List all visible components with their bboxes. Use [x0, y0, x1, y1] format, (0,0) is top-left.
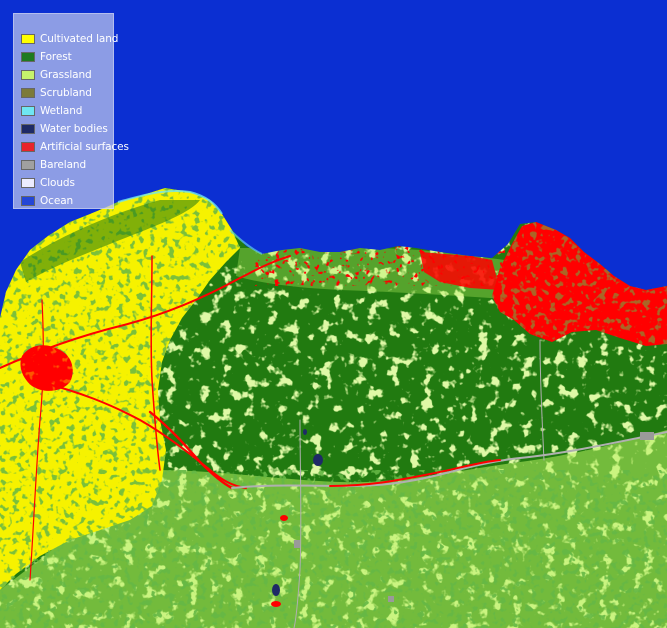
- legend-swatch: [21, 52, 35, 62]
- bareland-patch: [388, 596, 394, 602]
- legend-item: Bareland: [21, 156, 113, 174]
- legend-label: Scrubland: [40, 87, 92, 99]
- legend-swatch: [21, 196, 35, 206]
- legend-swatch: [21, 70, 35, 80]
- water-body: [303, 429, 307, 435]
- bareland-patch: [294, 540, 300, 548]
- urban-patch: [280, 515, 288, 521]
- urban-patch: [271, 601, 281, 607]
- legend-swatch: [21, 106, 35, 116]
- legend-label: Bareland: [40, 159, 87, 171]
- legend-label: Grassland: [40, 69, 92, 81]
- legend-label: Cultivated land: [40, 33, 119, 45]
- legend-label: Forest: [40, 51, 72, 63]
- legend-swatch: [21, 34, 35, 44]
- bareland-patch: [640, 432, 654, 440]
- legend-swatch: [21, 178, 35, 188]
- legend-label: Artificial surfaces: [40, 141, 129, 153]
- map-legend: Cultivated land Forest Grassland Scrubland W…: [13, 13, 129, 210]
- legend-item: Water bodies: [21, 120, 113, 138]
- legend-item: Cultivated land: [21, 30, 118, 48]
- legend-label: Water bodies: [40, 123, 108, 135]
- legend-item: Wetland: [21, 102, 113, 120]
- legend-label: Ocean: [40, 195, 74, 207]
- legend-swatch: [21, 124, 35, 134]
- legend-item: Artificial surfaces: [21, 138, 129, 156]
- legend-item: Forest: [21, 48, 113, 66]
- legend-label: Wetland: [40, 105, 83, 117]
- water-body: [272, 584, 280, 596]
- legend-item: Grassland: [21, 66, 113, 84]
- legend-swatch: [21, 88, 35, 98]
- legend-swatch: [21, 160, 35, 170]
- legend-swatch: [21, 142, 35, 152]
- legend-item: Scrubland: [21, 84, 113, 102]
- legend-item: Ocean: [21, 192, 113, 210]
- water-body: [313, 454, 323, 466]
- legend-item: Clouds: [21, 174, 113, 192]
- legend-label: Clouds: [40, 177, 75, 189]
